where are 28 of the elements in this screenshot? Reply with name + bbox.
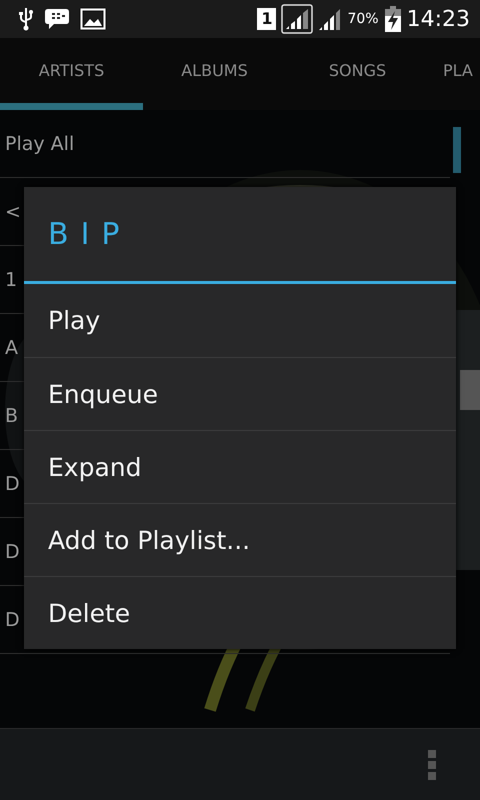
list-item[interactable]: B — [5, 404, 18, 426]
sim-indicator: 1 — [257, 8, 276, 30]
tab[interactable]: ALBUMS — [143, 38, 286, 110]
list-item[interactable]: < — [5, 200, 21, 222]
dialog-title: BIP — [24, 187, 456, 284]
tab[interactable]: SONGS — [286, 38, 429, 110]
overflow-menu-icon[interactable] — [427, 748, 437, 780]
tab[interactable]: PLA — [429, 38, 480, 110]
menu-item[interactable]: Add to Playlist... — [24, 503, 456, 576]
menu-item[interactable]: Enqueue — [24, 357, 456, 430]
list-item[interactable]: Play All — [5, 132, 74, 154]
list-item[interactable]: D — [5, 472, 20, 494]
clock-time: 14:23 — [406, 6, 470, 32]
list-item[interactable]: D — [5, 540, 20, 562]
menu-item[interactable]: Expand — [24, 430, 456, 503]
battery-charging-icon — [384, 6, 402, 32]
list-item[interactable]: A — [5, 336, 18, 358]
scrollbar-thumb[interactable] — [453, 127, 461, 173]
chat-bubble-icon — [44, 7, 70, 31]
menu-item[interactable]: Play — [24, 284, 456, 357]
menu-item[interactable]: Delete — [24, 576, 456, 649]
image-icon — [80, 8, 106, 30]
list-item[interactable]: D — [5, 608, 20, 630]
usb-icon — [18, 7, 34, 31]
list-item[interactable]: 1 — [5, 268, 18, 290]
battery-percent: 70% — [347, 11, 379, 27]
signal-icon — [318, 7, 342, 31]
signal-icon — [281, 4, 314, 34]
